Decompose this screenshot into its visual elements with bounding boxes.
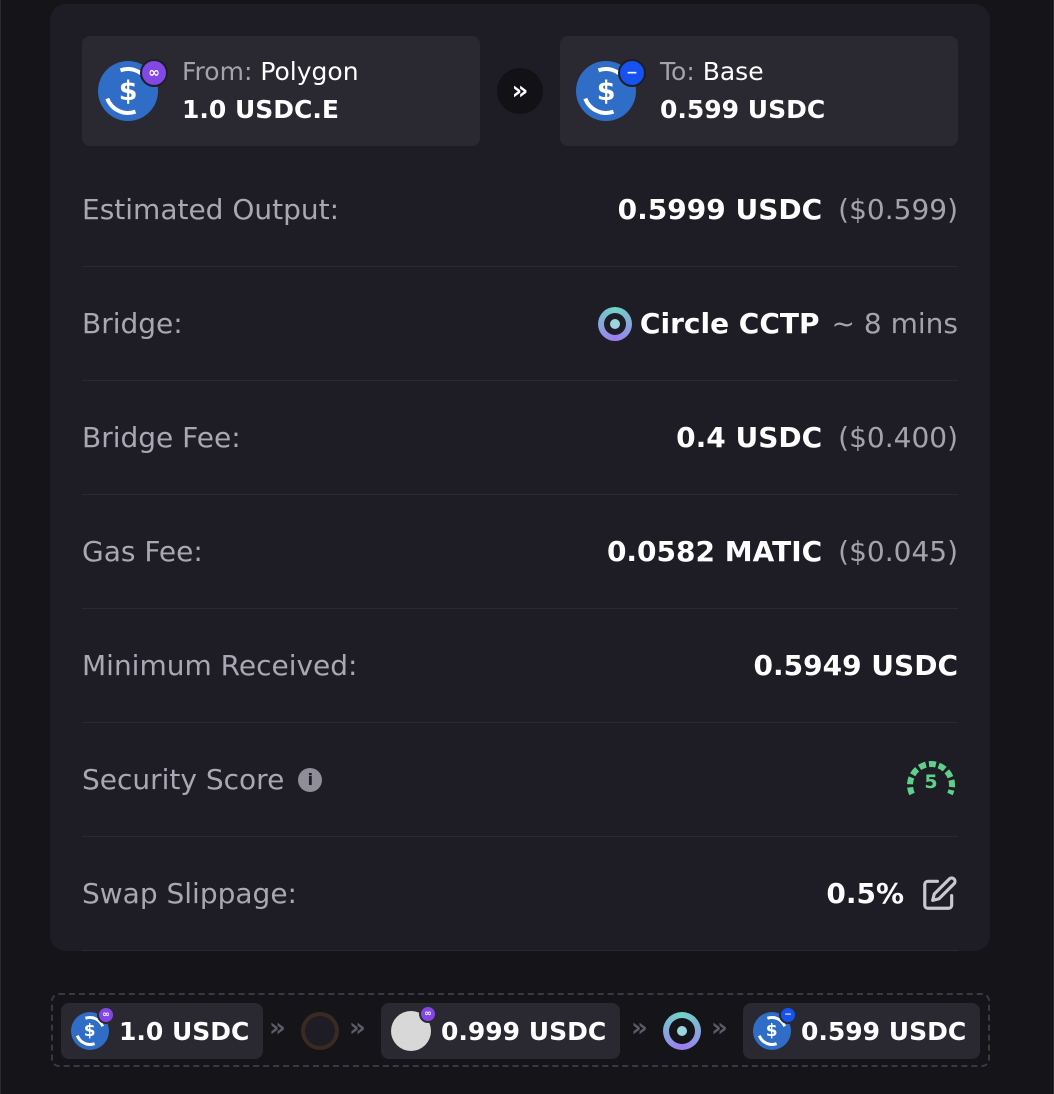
to-chain-name: Base — [702, 57, 764, 86]
security-score-gauge-icon: 5 — [907, 760, 955, 795]
to-chain-line: To: Base — [660, 56, 764, 88]
bridge-row: Bridge: Circle CCTP ~ 8 mins — [82, 267, 958, 381]
route-step-source: $ ∞ 1.0 USDC — [61, 1003, 264, 1059]
from-label: From: — [182, 57, 253, 86]
minimum-received-value-group: 0.5949 USDC — [754, 609, 959, 722]
route-step-source-amount: 1.0 USDC — [119, 1016, 250, 1046]
gas-fee-row: Gas Fee: 0.0582 MATIC ($0.045) — [82, 495, 958, 609]
circle-cctp-icon — [597, 306, 632, 341]
info-icon[interactable]: i — [298, 767, 323, 792]
swap-slippage-value: 0.5% — [826, 877, 904, 910]
bridge-name: Circle CCTP — [639, 307, 820, 340]
from-chain-line: From: Polygon — [182, 56, 359, 88]
from-chain-name: Polygon — [260, 57, 359, 86]
token-icon: ∞ — [391, 1005, 437, 1051]
bridge-label: Bridge: — [82, 307, 183, 340]
usdc-coin-icon: $ − — [752, 1006, 797, 1051]
bridge-fee-row: Bridge Fee: 0.4 USDC ($0.400) — [82, 381, 958, 495]
estimated-output-value: 0.5999 USDC — [617, 193, 823, 226]
minimum-received-label: Minimum Received: — [82, 649, 358, 682]
polygon-icon: ∞ — [97, 1006, 115, 1024]
estimated-output-row: Estimated Output: 0.5999 USDC ($0.599) — [82, 153, 958, 267]
swap-slippage-value-group: 0.5% — [826, 837, 958, 950]
double-chevron-right-icon: » — [349, 1013, 366, 1043]
estimated-output-label: Estimated Output: — [82, 193, 340, 226]
polygon-icon: ∞ — [140, 59, 168, 87]
usdc-coin-icon: $ ∞ — [70, 1006, 115, 1051]
bridge-fee-label: Bridge Fee: — [82, 421, 241, 454]
from-amount: 1.0 USDC.E — [182, 95, 339, 124]
route-strip: $ ∞ 1.0 USDC » » ∞ 0.999 USDC » » $ − 0.… — [51, 993, 990, 1067]
gas-fee-label: Gas Fee: — [82, 535, 203, 568]
security-score-value-group: 5 — [904, 723, 958, 836]
circle-cctp-icon — [663, 1012, 701, 1050]
estimated-output-value-group: 0.5999 USDC ($0.599) — [618, 153, 958, 266]
route-step-intermediate-amount: 0.999 USDC — [441, 1016, 607, 1046]
bridge-fee-usd: ($0.400) — [838, 421, 958, 454]
double-chevron-right-icon: » — [269, 1013, 286, 1043]
to-label: To: — [660, 57, 695, 86]
route-step-intermediate: ∞ 0.999 USDC — [381, 1003, 621, 1059]
double-chevron-right-icon: » — [631, 1013, 648, 1043]
security-score-label-group: Security Score i — [82, 723, 323, 836]
bridge-time: ~ 8 mins — [831, 307, 958, 340]
swap-slippage-label: Swap Slippage: — [82, 877, 297, 910]
gas-fee-value-group: 0.0582 MATIC ($0.045) — [607, 495, 958, 608]
to-amount: 0.599 USDC — [660, 95, 826, 124]
security-score-label: Security Score — [82, 763, 285, 796]
double-chevron-right-icon: » — [497, 68, 543, 114]
minimum-received-value: 0.5949 USDC — [753, 649, 959, 682]
base-icon: − — [779, 1006, 797, 1024]
route-step-destination: $ − 0.599 USDC — [743, 1003, 981, 1059]
bridge-fee-value-group: 0.4 USDC ($0.400) — [676, 381, 958, 494]
swap-provider-icon — [301, 1012, 339, 1050]
minimum-received-row: Minimum Received: 0.5949 USDC — [82, 609, 958, 723]
double-chevron-right-icon: » — [711, 1013, 728, 1043]
security-score-row: Security Score i 5 — [82, 723, 958, 837]
base-icon: − — [618, 59, 646, 87]
gas-fee-usd: ($0.045) — [838, 535, 958, 568]
security-score-value: 5 — [924, 771, 937, 793]
gas-fee-value: 0.0582 MATIC — [606, 535, 823, 568]
estimated-output-usd: ($0.599) — [838, 193, 958, 226]
bridge-fee-value: 0.4 USDC — [676, 421, 823, 454]
edit-icon[interactable] — [920, 875, 958, 913]
swap-slippage-row: Swap Slippage: 0.5% — [82, 837, 958, 951]
bridge-value-group: Circle CCTP ~ 8 mins — [597, 267, 958, 380]
route-step-destination-amount: 0.599 USDC — [801, 1016, 967, 1046]
to-chain-box[interactable]: $ − To: Base 0.599 USDC — [560, 36, 958, 146]
from-chain-box[interactable]: $ ∞ From: Polygon 1.0 USDC.E — [82, 36, 480, 146]
polygon-icon: ∞ — [419, 1005, 437, 1023]
